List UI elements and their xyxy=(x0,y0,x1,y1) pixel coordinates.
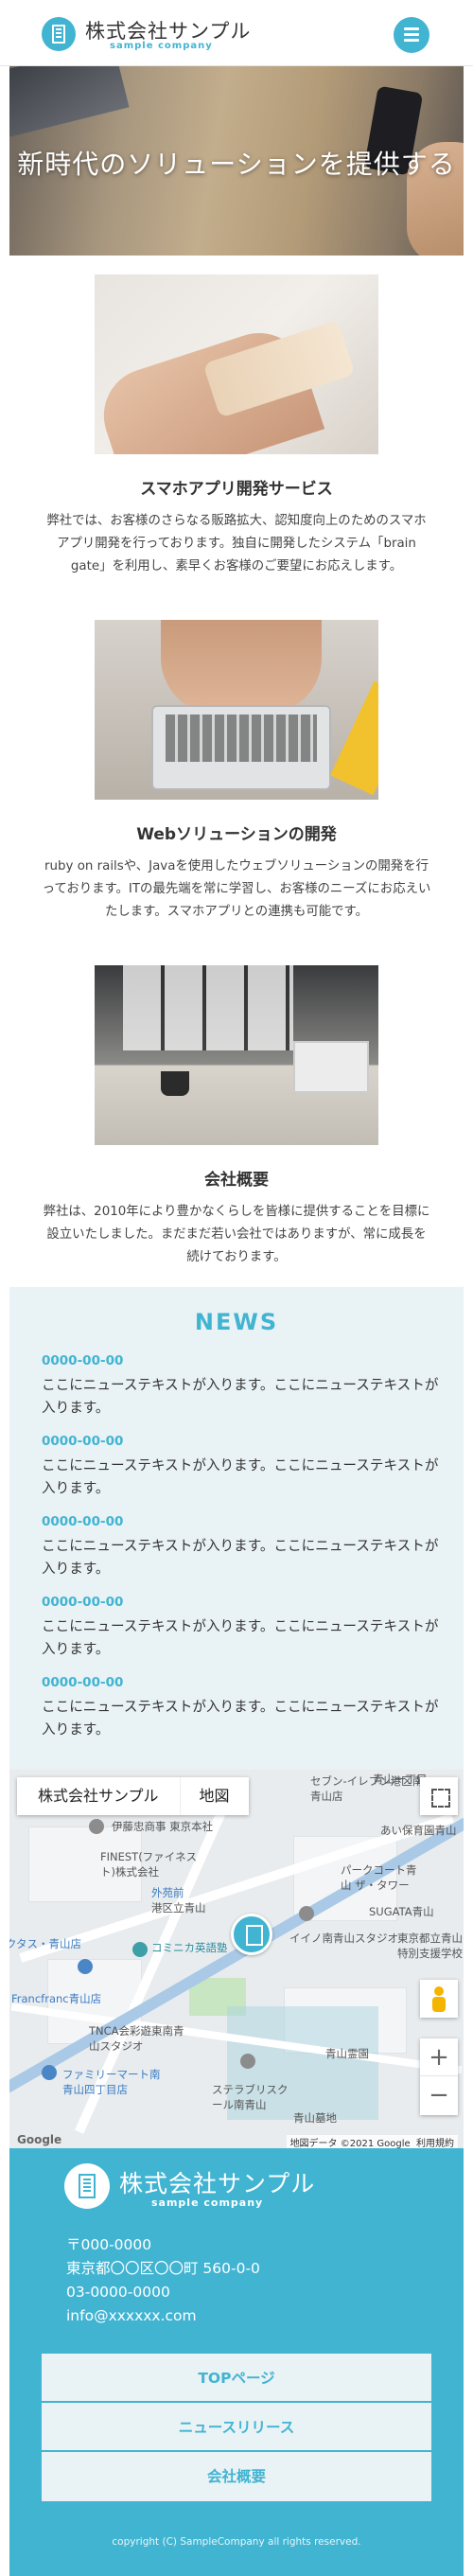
news-date: 0000-00-00 xyxy=(42,1353,124,1368)
news-text: ここにニューステキストが入ります。ここにニューステキストが入ります。 xyxy=(42,1538,439,1577)
news-date: 0000-00-00 xyxy=(42,1434,124,1449)
map-label: SUGATA青山 xyxy=(369,1905,434,1918)
school-poi-icon[interactable] xyxy=(132,1942,148,1957)
footer-brand-sub: sample company xyxy=(151,2197,264,2209)
building-logo-icon[interactable] xyxy=(64,2163,110,2209)
copyright: copyright (C) SampleCompany all rights r… xyxy=(112,2536,361,2548)
footer-nav-company[interactable]: 会社概要 xyxy=(42,2452,431,2501)
news-section: NEWS 0000-00-00 ここにニューステキストが入ります。ここにニュース… xyxy=(9,1287,464,1770)
google-logo[interactable]: Google xyxy=(17,2133,61,2146)
footer-email: info@xxxxxx.com xyxy=(66,2307,197,2324)
news-text: ここにニューステキストが入ります。ここにニューステキストが入ります。 xyxy=(42,1618,439,1657)
service-title: 会社概要 xyxy=(204,1171,269,1190)
news-text: ここにニューステキストが入ります。ここにニューステキストが入ります。 xyxy=(42,1699,439,1738)
store-poi-icon[interactable] xyxy=(42,2065,57,2080)
service-app-development: スマホアプリ開発サービス 弊社では、お客様のさらなる販路拡大、認知度向上のための… xyxy=(42,274,431,578)
map-attribution: 地図データ ©2021 Google 利用規約 xyxy=(286,2135,458,2148)
map-label: 港区立青山 xyxy=(151,1901,206,1914)
map-label: 東京都立青山特別支援学校 xyxy=(397,1932,463,1960)
hero-title: 新時代のソリューションを提供する xyxy=(17,149,456,180)
news-text: ここにニューステキストが入ります。ここにニューステキストが入ります。 xyxy=(42,1457,439,1496)
service-company-overview: 会社概要 弊社は、2010年により豊かなくらしを皆様に提供することを目標に設立い… xyxy=(42,965,431,1269)
map-label: クタス・青山店 xyxy=(9,1937,82,1950)
map-label: 青山墓地 xyxy=(293,2111,337,2125)
map-label: Francfranc青山店 xyxy=(11,1992,102,2005)
map-info-bar: 株式会社サンプル 地図 xyxy=(17,1777,249,1815)
map-label: イイノ南青山スタジオ xyxy=(289,1932,398,1945)
map-label: 青山一丁目 xyxy=(373,1773,428,1786)
map-label: コミニカ英語塾 xyxy=(151,1941,228,1954)
footer-postal: 〒000-0000 xyxy=(66,2236,152,2253)
zoom-controls: + − xyxy=(420,2038,458,2115)
news-title: NEWS xyxy=(194,1309,279,1335)
service-description: 弊社は、2010年により豊かなくらしを皆様に提供することを目標に設立いたしました… xyxy=(43,1205,430,1264)
map-label: 青山霊園 xyxy=(325,2047,369,2060)
location-pin-icon[interactable] xyxy=(231,1914,272,1955)
zoom-in-button[interactable]: + xyxy=(420,2038,458,2076)
map-footer: Google 地図データ ©2021 Google 利用規約 xyxy=(9,2133,464,2148)
map-label: FINEST(ファイネスト)株式会社 xyxy=(100,1850,198,1879)
map-label: ファミリーマート南青山四丁目店 xyxy=(62,2068,161,2096)
street-view-pegman-icon[interactable] xyxy=(420,1980,458,2018)
map-data-credit: 地図データ ©2021 Google xyxy=(289,2139,411,2148)
footer-nav-news[interactable]: ニュースリリース xyxy=(42,2403,431,2452)
service-description: ruby on railsや、Javaを使用したウェブソリューションの開発を行っ… xyxy=(42,859,431,919)
zoom-out-button[interactable]: − xyxy=(420,2076,458,2114)
news-item[interactable]: 0000-00-00 ここにニューステキストが入ります。ここにニューステキストが… xyxy=(42,1434,439,1500)
poi-icon[interactable] xyxy=(299,1906,314,1921)
service-image-laptop xyxy=(95,620,378,800)
map-label: 外苑前 xyxy=(151,1886,184,1899)
news-item[interactable]: 0000-00-00 ここにニューステキストが入ります。ここにニューステキストが… xyxy=(42,1514,439,1580)
shopping-poi-icon[interactable] xyxy=(78,1959,93,1974)
footer-phone: 03-0000-0000 xyxy=(66,2284,170,2301)
footer-address: 東京都〇〇区〇〇町 560-0-0 xyxy=(66,2260,260,2277)
map-terms-link[interactable]: 利用規約 xyxy=(416,2139,454,2148)
menu-button[interactable] xyxy=(394,17,429,53)
map-label: 伊藤忠商事 東京本社 xyxy=(112,1820,214,1833)
site-header: 株式会社サンプル sample company xyxy=(0,0,473,66)
news-date: 0000-00-00 xyxy=(42,1514,124,1529)
news-item[interactable]: 0000-00-00 ここにニューステキストが入ります。ここにニューステキストが… xyxy=(42,1595,439,1661)
map-label: パークコート青山 ザ・タワー xyxy=(341,1863,417,1892)
news-date: 0000-00-00 xyxy=(42,1675,124,1690)
footer-nav: TOPページ ニュースリリース 会社概要 xyxy=(42,2354,431,2501)
google-map[interactable]: 伊藤忠商事 東京本社 FINEST(ファイネスト)株式会社 外苑前 港区立青山 … xyxy=(9,1770,464,2148)
site-footer: 株式会社サンプル sample company 〒000-0000 東京都〇〇区… xyxy=(9,2148,464,2576)
service-description: 弊社では、お客様のさらなる販路拡大、認知度向上のためのスマホアプリ開発を行ってお… xyxy=(46,514,427,573)
news-date: 0000-00-00 xyxy=(42,1595,124,1610)
service-image-office xyxy=(95,965,378,1145)
fullscreen-icon[interactable] xyxy=(420,1777,458,1815)
news-text: ここにニューステキストが入ります。ここにニューステキストが入ります。 xyxy=(42,1377,439,1416)
building-logo-icon[interactable] xyxy=(42,17,76,51)
poi-icon[interactable] xyxy=(240,2054,255,2069)
footer-nav-top[interactable]: TOPページ xyxy=(42,2354,431,2403)
footer-brand-name[interactable]: 株式会社サンプル xyxy=(119,2165,315,2199)
service-title: Webソリューションの開発 xyxy=(136,825,337,844)
map-label: あい保育園青山 xyxy=(380,1824,457,1837)
news-item[interactable]: 0000-00-00 ここにニューステキストが入ります。ここにニューステキストが… xyxy=(42,1353,439,1420)
map-type-button[interactable]: 地図 xyxy=(181,1777,249,1815)
map-place-name[interactable]: 株式会社サンプル xyxy=(17,1777,181,1815)
service-web-solution: Webソリューションの開発 ruby on railsや、Javaを使用したウェ… xyxy=(42,620,431,924)
footer-contact: 〒000-0000 東京都〇〇区〇〇町 560-0-0 03-0000-0000… xyxy=(66,2233,260,2328)
poi-icon[interactable] xyxy=(89,1819,104,1834)
service-image-smartphone xyxy=(95,274,378,454)
hero-laptop-image xyxy=(9,66,130,137)
map-label: TNCA会彩遊東南青山スタジオ xyxy=(89,2024,184,2053)
map-label: ステラブリスクール南青山 xyxy=(212,2083,289,2111)
service-title: スマホアプリ開発サービス xyxy=(140,480,333,499)
hero-banner: 新時代のソリューションを提供する xyxy=(9,66,464,256)
hamburger-icon xyxy=(404,27,419,30)
brand-sub: sample company xyxy=(110,41,213,51)
news-item[interactable]: 0000-00-00 ここにニューステキストが入ります。ここにニューステキストが… xyxy=(42,1675,439,1741)
